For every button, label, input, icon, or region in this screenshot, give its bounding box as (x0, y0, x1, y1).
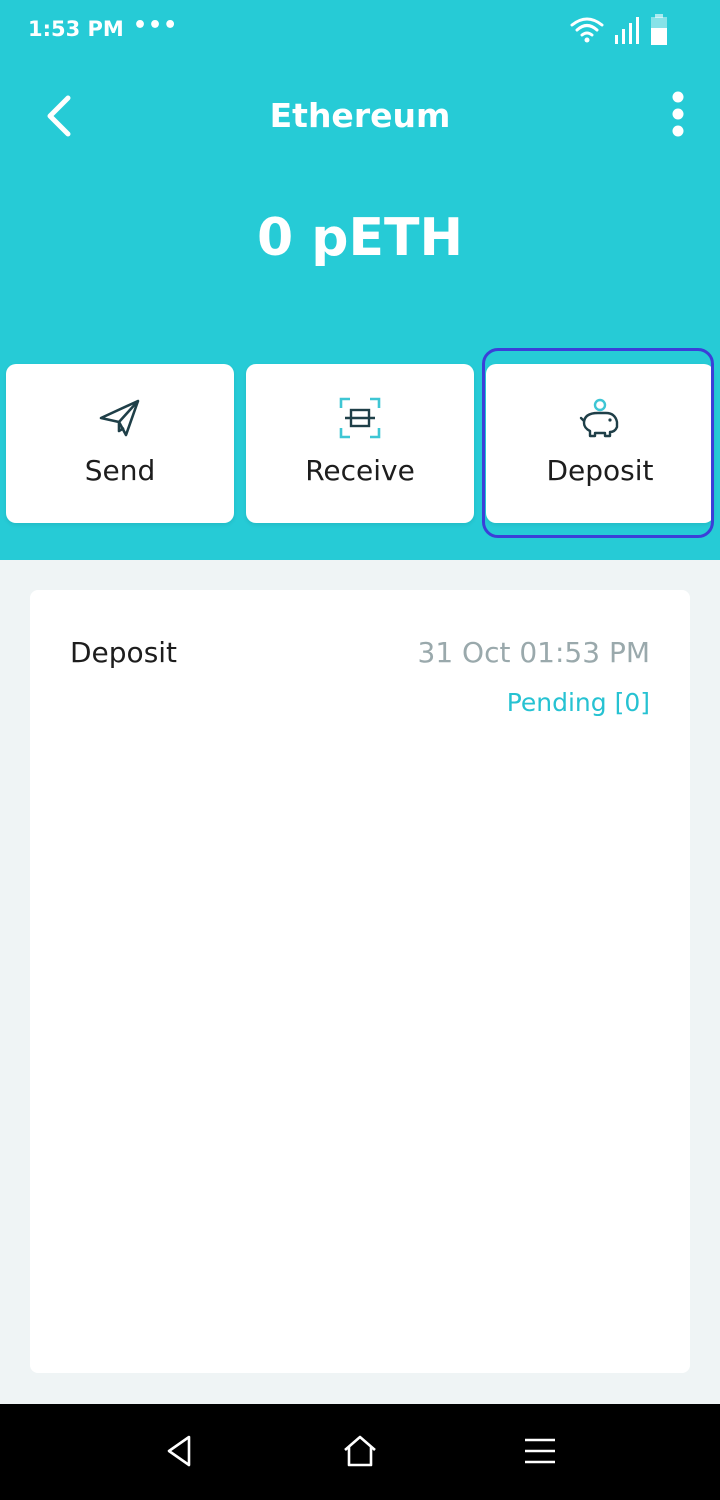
list-item[interactable]: Deposit 31 Oct 01:53 PM Pending [0] (30, 590, 690, 740)
receive-button[interactable]: Receive (246, 364, 474, 523)
deposit-label: Deposit (546, 454, 654, 487)
page-title: Ethereum (269, 96, 451, 135)
wifi-icon (570, 16, 604, 48)
transaction-type: Deposit (70, 636, 178, 669)
more-vertical-icon (671, 90, 685, 142)
system-nav-bar (0, 1404, 720, 1500)
nav-home-icon (342, 1434, 378, 1472)
balance-amount: 0 pETH (256, 208, 464, 268)
status-overflow: ••• (133, 13, 179, 38)
status-bar: 1:53 PM ••• (0, 0, 720, 62)
deposit-button[interactable]: Deposit (486, 364, 714, 523)
nav-menu-icon (524, 1437, 556, 1469)
signal-icon (614, 15, 640, 49)
transaction-date: 31 Oct 01:53 PM (417, 636, 650, 669)
transaction-list: Deposit 31 Oct 01:53 PM Pending [0] (30, 590, 690, 1373)
send-label: Send (84, 454, 156, 487)
transaction-status: Pending [0] (506, 688, 650, 717)
nav-back-icon (165, 1434, 195, 1472)
nav-home-button[interactable] (330, 1428, 390, 1478)
nav-menu-button[interactable] (510, 1428, 570, 1478)
receive-label: Receive (305, 454, 415, 487)
more-options-button[interactable] (658, 86, 698, 146)
piggy-bank-icon (486, 396, 714, 440)
send-button[interactable]: Send (6, 364, 234, 523)
nav-back-button[interactable] (150, 1428, 210, 1478)
battery-icon (650, 14, 668, 50)
status-icons (570, 14, 668, 50)
status-time: 1:53 PM (28, 17, 124, 41)
paper-plane-icon (6, 396, 234, 440)
scan-icon (246, 396, 474, 440)
